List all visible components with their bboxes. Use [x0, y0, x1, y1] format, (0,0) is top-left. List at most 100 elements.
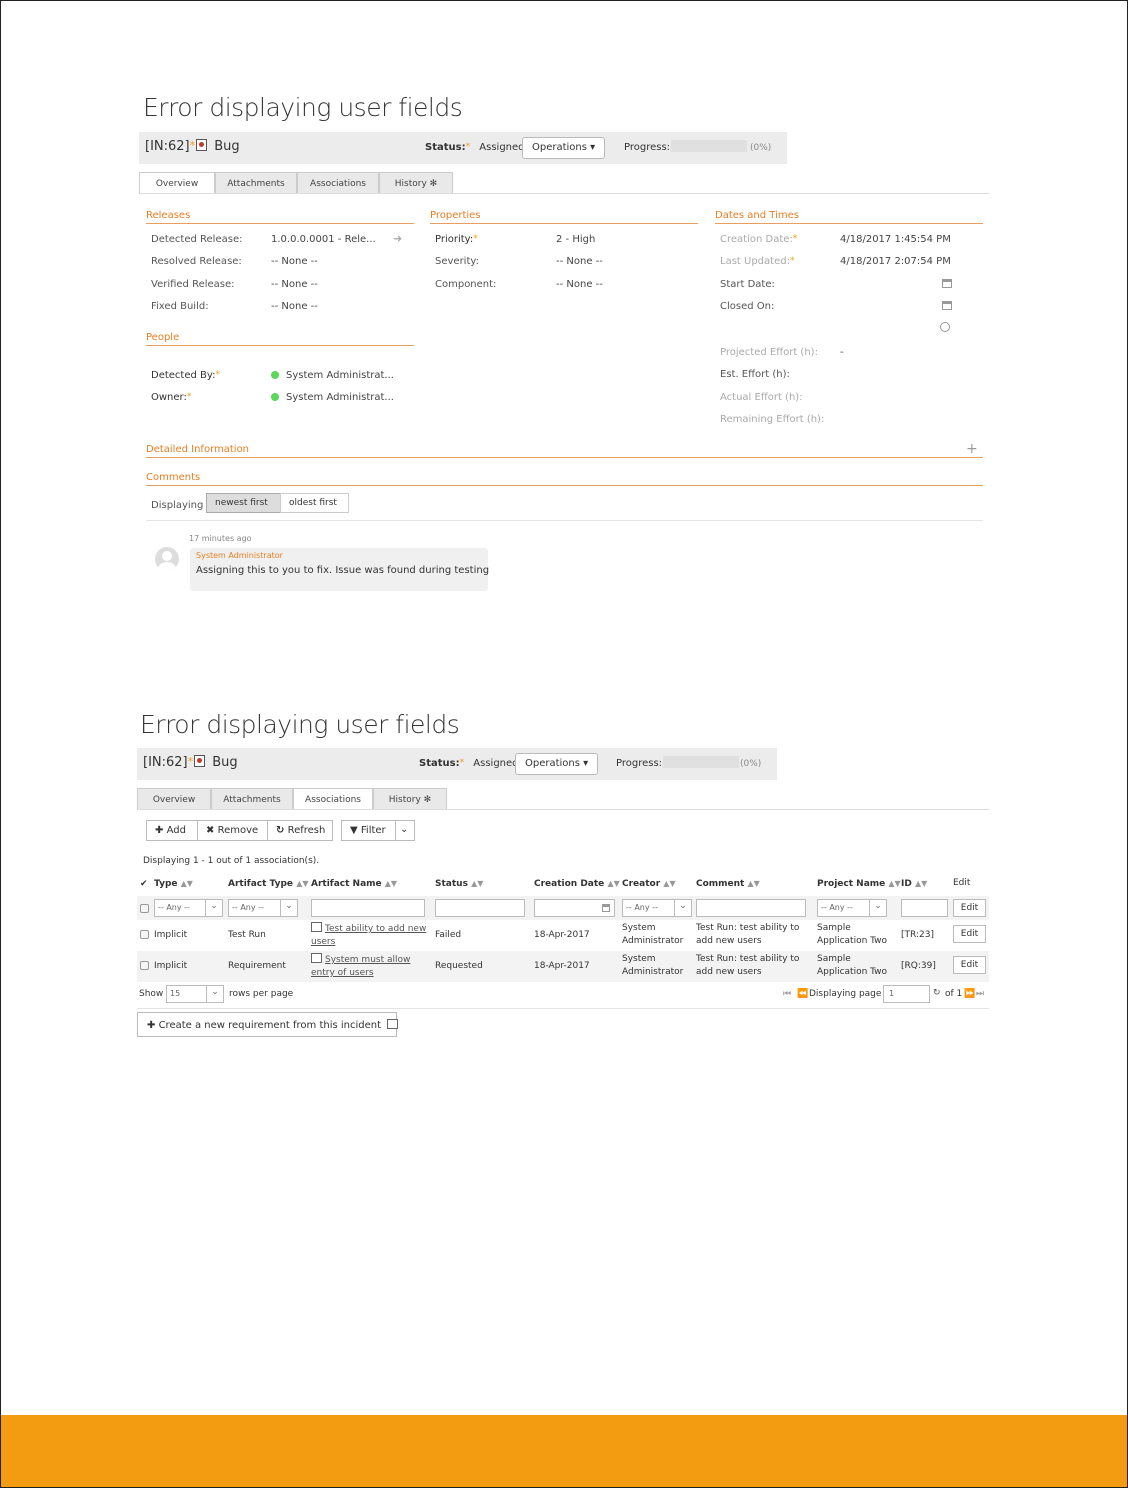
- detailed-information-heading[interactable]: Detailed Information: [146, 444, 983, 458]
- oldest-first-button[interactable]: oldest first: [280, 493, 349, 513]
- filter-checkbox[interactable]: [140, 904, 149, 913]
- select-all-check-icon[interactable]: ✔: [140, 879, 148, 889]
- severity-value[interactable]: -- None --: [556, 256, 603, 267]
- creator-filter-select[interactable]: -- Any -- ⌄: [622, 899, 692, 917]
- type-filter-select[interactable]: -- Any -- ⌄: [154, 899, 223, 917]
- tab-overview[interactable]: Overview: [137, 788, 211, 809]
- tab-attachments[interactable]: Attachments: [215, 172, 297, 193]
- row-checkbox[interactable]: [140, 930, 149, 939]
- calendar-icon[interactable]: [942, 301, 952, 310]
- refresh-icon[interactable]: ↻: [933, 988, 941, 998]
- severity-label: Severity:: [435, 256, 479, 267]
- project-line: Sample: [817, 923, 851, 933]
- sort-icon: ▲▼: [663, 879, 676, 888]
- resolved-release-value[interactable]: -- None --: [271, 256, 318, 267]
- tab-associations[interactable]: Associations: [297, 172, 379, 193]
- tab-history[interactable]: History ✻: [373, 788, 447, 809]
- row-artifact-name[interactable]: System must allow entry of users: [311, 953, 410, 980]
- col-comment[interactable]: Comment ▲▼: [696, 879, 760, 889]
- displaying-page-label: Displaying page: [809, 989, 882, 999]
- filter-button[interactable]: ▼ Filter: [341, 820, 396, 841]
- artifact-link[interactable]: entry of users: [311, 968, 374, 978]
- prev-page-icon[interactable]: ⏪: [797, 989, 808, 999]
- tab-history[interactable]: History ✻: [379, 172, 453, 193]
- chevron-down-icon: ⌄: [205, 900, 222, 916]
- col-status[interactable]: Status ▲▼: [435, 879, 483, 889]
- edit-button[interactable]: Edit: [953, 956, 986, 974]
- comment-filter-input[interactable]: [696, 899, 806, 917]
- remove-button[interactable]: ✖ Remove: [197, 820, 268, 841]
- tab-associations[interactable]: Associations: [293, 788, 373, 809]
- edit-button[interactable]: Edit: [953, 925, 986, 943]
- col-artifact-type[interactable]: Artifact Type ▲▼: [228, 879, 309, 889]
- create-requirement-button[interactable]: ✚ Create a new requirement from this inc…: [137, 1012, 399, 1037]
- first-page-icon[interactable]: ⏮: [783, 989, 791, 999]
- operations-button[interactable]: Operations ▾: [522, 137, 606, 159]
- tab-attachments[interactable]: Attachments: [211, 788, 293, 809]
- row-comment: Test Run: test ability to add new users: [696, 953, 799, 979]
- filter-button[interactable]: Edit: [953, 899, 986, 917]
- row-checkbox[interactable]: [140, 961, 149, 970]
- creation-date-filter-input[interactable]: [534, 899, 615, 917]
- operations-button[interactable]: Operations ▾: [515, 753, 599, 775]
- newest-first-button[interactable]: newest first: [206, 493, 281, 513]
- last-updated-value: 4/18/2017 2:07:54 PM: [840, 256, 951, 267]
- comment-line: add new users: [696, 967, 762, 977]
- detected-release-value[interactable]: 1.0.0.0.0001 - Rele...: [271, 234, 376, 245]
- divider: [146, 520, 983, 521]
- artifact-name-filter-input[interactable]: [311, 899, 425, 917]
- tab-overview[interactable]: Overview: [139, 172, 215, 193]
- incident-header: [IN:62]* Bug Status:* Assigned Operation…: [139, 132, 787, 164]
- row-id[interactable]: [RQ:39]: [901, 960, 936, 973]
- priority-value[interactable]: 2 - High: [556, 234, 595, 245]
- col-project-name[interactable]: Project Name ▲▼: [817, 879, 901, 889]
- comment-line: Test Run: test ability to: [696, 954, 800, 964]
- artifact-link[interactable]: users: [311, 937, 335, 947]
- col-status-label: Status: [435, 879, 468, 889]
- row-id[interactable]: [TR:23]: [901, 929, 934, 942]
- calendar-icon[interactable]: [942, 279, 952, 288]
- row-artifact-name[interactable]: Test ability to add new users: [311, 922, 426, 949]
- creation-date-value: 4/18/2017 1:45:54 PM: [840, 234, 951, 245]
- add-button[interactable]: ✚ Add: [146, 820, 198, 841]
- arrow-right-icon[interactable]: ➜: [393, 232, 402, 245]
- plus-icon: ✚: [147, 1020, 156, 1031]
- next-page-icon[interactable]: ⏩: [964, 989, 975, 999]
- comment-text: Assigning this to you to fix. Issue was …: [196, 565, 490, 576]
- artifact-type-filter-select[interactable]: -- Any -- ⌄: [228, 899, 298, 917]
- project-filter-select[interactable]: -- Any -- ⌄: [817, 899, 887, 917]
- component-value[interactable]: -- None --: [556, 279, 603, 290]
- creator-line: Administrator: [622, 967, 684, 977]
- artifact-link[interactable]: Test ability to add new: [325, 924, 426, 934]
- col-artifact-name[interactable]: Artifact Name ▲▼: [311, 879, 397, 889]
- col-creation-date[interactable]: Creation Date ▲▼: [534, 879, 620, 889]
- rows-per-page-select[interactable]: 15 ⌄: [166, 985, 224, 1003]
- fixed-build-value[interactable]: -- None --: [271, 301, 318, 312]
- status-filter-input[interactable]: [435, 899, 525, 917]
- clock-icon[interactable]: [940, 322, 950, 332]
- sort-icon: ▲▼: [180, 879, 193, 888]
- calendar-icon[interactable]: [602, 904, 610, 912]
- required-star-icon: *: [465, 142, 471, 152]
- artifact-link[interactable]: System must allow: [325, 955, 410, 965]
- page-number-input[interactable]: 1: [883, 985, 930, 1003]
- last-updated-label-text: Last Updated:: [720, 256, 790, 267]
- filter-dropdown-button[interactable]: ⌄: [395, 820, 415, 841]
- dates-heading: Dates and Times: [715, 210, 983, 224]
- refresh-button[interactable]: ↻ Refresh: [267, 820, 333, 841]
- status-value: Assigned: [479, 142, 525, 153]
- status-label: Status:: [419, 758, 460, 769]
- col-creator[interactable]: Creator ▲▼: [622, 879, 676, 889]
- detected-by-value[interactable]: System Administrat...: [271, 370, 394, 381]
- id-filter-input[interactable]: [901, 899, 948, 917]
- col-type[interactable]: Type ▲▼: [154, 879, 193, 889]
- owner-value[interactable]: System Administrat...: [271, 392, 394, 403]
- priority-label: Priority:*: [435, 234, 478, 245]
- expand-plus-icon[interactable]: +: [966, 441, 978, 457]
- last-page-icon[interactable]: ⏭: [976, 989, 984, 999]
- col-id[interactable]: ID ▲▼: [901, 879, 927, 889]
- comment-author[interactable]: System Administrator: [196, 551, 283, 560]
- verified-release-value[interactable]: -- None --: [271, 279, 318, 290]
- required-star-icon: *: [187, 755, 194, 768]
- comments-heading: Comments: [146, 472, 983, 486]
